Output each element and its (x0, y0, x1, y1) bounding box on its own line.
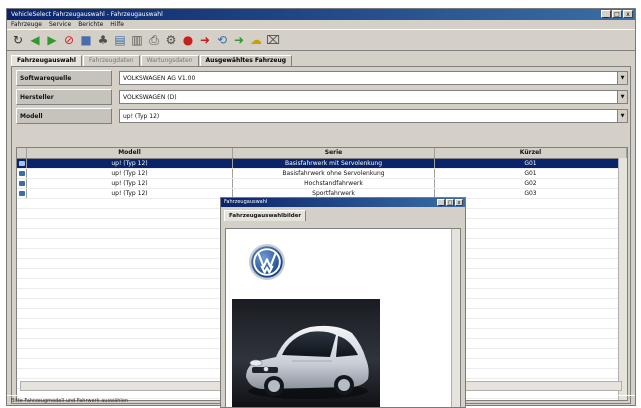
tool-icon[interactable]: ♣ (96, 33, 110, 47)
window-controls: _ □ x (601, 10, 633, 18)
car-photo (232, 299, 380, 407)
close-button[interactable]: x (623, 10, 633, 18)
menu-bar: Fahrzeuge Service Berichte Hilfe (7, 20, 635, 29)
cell-kuerzel: G01 (435, 159, 627, 168)
cell-serie: Basisfahrwerk ohne Servolenkung (233, 169, 435, 178)
table-row[interactable]: up! (Typ 12) Basisfahrwerk ohne Servolen… (17, 169, 627, 179)
menu-item-fahrzeuge[interactable]: Fahrzeuge (11, 20, 42, 29)
cell-modell: up! (Typ 12) (27, 179, 233, 188)
cell-kuerzel: G01 (435, 169, 627, 178)
popup-title-bar: Fahrzeugauswahl _ □ x (221, 198, 465, 207)
column-header-modell[interactable]: Modell (27, 148, 233, 158)
settings-icon[interactable]: ⚙ (164, 33, 178, 47)
back-arrow-icon[interactable]: ◀ (28, 33, 42, 47)
chevron-down-icon[interactable]: ▼ (617, 91, 627, 103)
image-popup-window: Fahrzeugauswahl _ □ x Fahrzeugauswahlbil… (220, 197, 466, 408)
row-icon (17, 169, 27, 178)
filter-label: Hersteller (16, 89, 112, 105)
select-value: up! (Typ 12) (123, 113, 160, 120)
car-icon (18, 191, 25, 196)
cycle-icon[interactable]: ⟲ (215, 33, 229, 47)
popup-image-area (225, 228, 461, 407)
filter-softwarequelle: Softwarequelle VOLKSWAGEN AG V1.00 ▼ (16, 70, 628, 88)
table-vertical-scrollbar[interactable] (618, 158, 627, 400)
tab-fahrzeugauswahl[interactable]: Fahrzeugauswahl (11, 55, 82, 66)
trash-icon[interactable]: ⌧ (266, 33, 280, 47)
cell-modell: up! (Typ 12) (27, 169, 233, 178)
row-icon (17, 189, 27, 198)
filter-label: Softwarequelle (16, 70, 112, 86)
tab-fahrzeugdaten[interactable]: Fahrzeugdaten (82, 55, 140, 66)
popup-minimize-button[interactable]: _ (437, 199, 445, 206)
column-header-kuerzel[interactable]: Kürzel (435, 148, 627, 158)
popup-maximize-button[interactable]: □ (446, 199, 454, 206)
chevron-down-icon[interactable]: ▼ (617, 72, 627, 84)
vw-logo (248, 243, 286, 281)
cell-modell: up! (Typ 12) (27, 159, 233, 168)
toolbar: ↻ ◀ ▶ ⊘ ■ ♣ ▤ ▥ ⎙ ⚙ ● ➜ ⟲ ➜ ☁ ⌧ (7, 29, 635, 51)
title-bar: VehicleSelect Fahrzeugauswahl - Fahrzeug… (7, 9, 635, 20)
filter-label: Modell (16, 108, 112, 124)
column-header-serie[interactable]: Serie (233, 148, 435, 158)
popup-close-button[interactable]: x (455, 199, 463, 206)
popup-window-controls: _ □ x (437, 199, 463, 206)
refresh-icon[interactable]: ↻ (11, 33, 25, 47)
tab-bar: Fahrzeugauswahl Fahrzeugdaten Wartungsda… (11, 55, 293, 66)
modell-select[interactable]: up! (Typ 12) ▼ (119, 109, 628, 123)
menu-item-berichte[interactable]: Berichte (78, 20, 103, 29)
print-icon[interactable]: ⎙ (147, 33, 161, 47)
table-row[interactable]: up! (Typ 12) Hochstandfahrwerk G02 (17, 179, 627, 189)
record-icon[interactable]: ● (181, 33, 195, 47)
row-icon (17, 159, 27, 168)
menu-item-service[interactable]: Service (49, 20, 71, 29)
row-icon (17, 179, 27, 188)
menu-item-hilfe[interactable]: Hilfe (110, 20, 124, 29)
softwarequelle-select[interactable]: VOLKSWAGEN AG V1.00 ▼ (119, 71, 628, 85)
tab-fahrzeugauswahlbilder[interactable]: Fahrzeugauswahlbilder (224, 210, 307, 221)
cell-modell: up! (Typ 12) (27, 189, 233, 198)
stop-icon[interactable]: ⊘ (62, 33, 76, 47)
cell-serie: Basisfahrwerk mit Servolenkung (233, 159, 435, 168)
window-title: VehicleSelect Fahrzeugauswahl - Fahrzeug… (11, 11, 163, 18)
page-icon[interactable]: ▥ (130, 33, 144, 47)
car-icon (18, 161, 25, 166)
car-icon (18, 181, 25, 186)
cell-serie: Hochstandfahrwerk (233, 179, 435, 188)
car-icon (18, 171, 25, 176)
stop-small-icon[interactable]: ■ (79, 33, 93, 47)
filter-hersteller: Hersteller VOLKSWAGEN (D) ▼ (16, 89, 628, 107)
tab-ausgewaehltes-fahrzeug[interactable]: Ausgewähltes Fahrzeug (199, 55, 293, 66)
tab-wartungsdaten[interactable]: Wartungsdaten (140, 55, 199, 66)
cloud-icon[interactable]: ☁ (249, 33, 263, 47)
table-row[interactable]: up! (Typ 12) Basisfahrwerk mit Servolenk… (17, 159, 627, 169)
chevron-down-icon[interactable]: ▼ (617, 110, 627, 122)
column-header-icon (17, 148, 27, 158)
maximize-button[interactable]: □ (612, 10, 622, 18)
hersteller-select[interactable]: VOLKSWAGEN (D) ▼ (119, 90, 628, 104)
forward-arrow-icon[interactable]: ▶ (45, 33, 59, 47)
car-illustration (246, 325, 369, 399)
minimize-button[interactable]: _ (601, 10, 611, 18)
red-arrow-icon[interactable]: ➜ (198, 33, 212, 47)
select-value: VOLKSWAGEN AG V1.00 (123, 75, 196, 82)
table-header: Modell Serie Kürzel (17, 148, 627, 159)
green-arrow-icon[interactable]: ➜ (232, 33, 246, 47)
popup-vertical-scrollbar[interactable] (451, 229, 460, 407)
select-value: VOLKSWAGEN (D) (123, 94, 177, 101)
filter-modell: Modell up! (Typ 12) ▼ (16, 108, 628, 126)
cell-kuerzel: G02 (435, 179, 627, 188)
document-icon[interactable]: ▤ (113, 33, 127, 47)
popup-title: Fahrzeugauswahl (224, 199, 268, 205)
